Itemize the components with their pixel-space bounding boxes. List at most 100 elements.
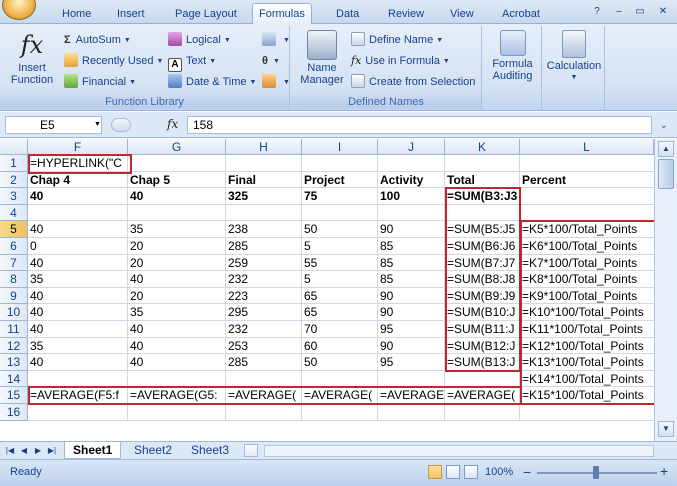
calculation-button[interactable]: Calculation ▼ [546, 30, 602, 84]
cell-j11[interactable]: 95 [378, 321, 445, 338]
row-header-2[interactable]: 2 [0, 171, 28, 189]
cell-l2[interactable]: Percent [520, 172, 654, 189]
zoom-in-icon[interactable]: + [660, 463, 668, 479]
cell-h13[interactable]: 285 [226, 354, 302, 371]
tab-home[interactable]: Home [56, 5, 97, 24]
cell-g7[interactable]: 20 [128, 255, 226, 272]
column-header-j[interactable]: J [378, 139, 445, 155]
zoom-out-icon[interactable]: − [523, 464, 531, 480]
close-icon[interactable]: ✕ [655, 5, 671, 19]
cell-f12[interactable]: 35 [28, 338, 128, 355]
row-header-6[interactable]: 6 [0, 238, 28, 255]
cell-f9[interactable]: 40 [28, 288, 128, 305]
cell-h10[interactable]: 295 [226, 304, 302, 321]
sheet-tab-sheet3[interactable]: Sheet3 [183, 442, 237, 459]
page-break-view-icon[interactable] [464, 465, 478, 479]
column-header-h[interactable]: H [226, 139, 302, 155]
zoom-slider-thumb[interactable] [593, 466, 599, 479]
row-header-5[interactable]: 5 [0, 221, 28, 238]
normal-view-icon[interactable] [428, 465, 442, 479]
next-sheet-icon[interactable]: ▶ [32, 445, 44, 457]
cell-f11[interactable]: 40 [28, 321, 128, 338]
cell-j13[interactable]: 95 [378, 354, 445, 371]
cell-j10[interactable]: 90 [378, 304, 445, 321]
expand-formula-bar-icon[interactable]: ⌄ [660, 120, 668, 131]
name-box[interactable]: E5 [5, 116, 102, 134]
name-manager-button[interactable]: Name Manager [297, 30, 347, 86]
cell-h2[interactable]: Final [226, 172, 302, 189]
insert-sheet-icon[interactable] [244, 444, 258, 457]
cell-i12[interactable]: 60 [302, 338, 378, 355]
cell-h5[interactable]: 238 [226, 221, 302, 238]
tab-data[interactable]: Data [330, 5, 365, 24]
row-header-11[interactable]: 11 [0, 321, 28, 338]
cell-g6[interactable]: 20 [128, 238, 226, 255]
logical-button[interactable]: Logical ▼ [168, 31, 231, 49]
cell-f5[interactable]: 40 [28, 221, 128, 238]
restore-icon[interactable]: ▭ [632, 5, 648, 19]
cell-j6[interactable]: 85 [378, 238, 445, 255]
column-header-k[interactable]: K [445, 139, 520, 155]
cell-i3[interactable]: 75 [302, 188, 378, 205]
vertical-scrollbar[interactable]: ▲ ▼ [654, 139, 677, 441]
cell-i8[interactable]: 5 [302, 271, 378, 288]
cell-i2[interactable]: Project [302, 172, 378, 189]
row-header-13[interactable]: 13 [0, 354, 28, 371]
scroll-down-icon[interactable]: ▼ [658, 421, 674, 437]
financial-button[interactable]: Financial ▼ [64, 73, 136, 91]
cell-f7[interactable]: 40 [28, 255, 128, 272]
cell-f13[interactable]: 40 [28, 354, 128, 371]
tab-view[interactable]: View [444, 5, 480, 24]
row-header-12[interactable]: 12 [0, 337, 28, 355]
scroll-thumb[interactable] [658, 159, 674, 189]
cell-i9[interactable]: 65 [302, 288, 378, 305]
minimize-icon[interactable]: – [611, 5, 627, 19]
cell-h3[interactable]: 325 [226, 188, 302, 205]
column-header-f[interactable]: F [28, 139, 128, 155]
cell-g9[interactable]: 20 [128, 288, 226, 305]
cell-j3[interactable]: 100 [378, 188, 445, 205]
cell-j12[interactable]: 90 [378, 338, 445, 355]
cell-f2[interactable]: Chap 4 [28, 172, 128, 189]
cell-h12[interactable]: 253 [226, 338, 302, 355]
row-header-4[interactable]: 4 [0, 204, 28, 222]
cell-i5[interactable]: 50 [302, 221, 378, 238]
lookup-reference-button[interactable]: ▼ [262, 31, 290, 49]
math-trig-button[interactable]: θ ▼ [262, 52, 280, 70]
tab-review[interactable]: Review [382, 5, 430, 24]
name-box-dropdown-icon[interactable]: ▼ [94, 121, 101, 128]
cell-j7[interactable]: 85 [378, 255, 445, 272]
cell-h7[interactable]: 259 [226, 255, 302, 272]
row-header-3[interactable]: 3 [0, 188, 28, 205]
cell-f3[interactable]: 40 [28, 188, 128, 205]
cell-h9[interactable]: 223 [226, 288, 302, 305]
scroll-up-icon[interactable]: ▲ [658, 141, 674, 157]
text-button[interactable]: A Text ▼ [168, 52, 216, 72]
date-time-button[interactable]: Date & Time ▼ [168, 73, 256, 91]
tab-page-layout[interactable]: Page Layout [169, 5, 243, 24]
cell-g8[interactable]: 40 [128, 271, 226, 288]
last-sheet-icon[interactable]: ▶| [46, 445, 58, 457]
row-header-9[interactable]: 9 [0, 287, 28, 305]
cell-f6[interactable]: 0 [28, 238, 128, 255]
row-header-1[interactable]: 1 [0, 155, 28, 172]
cell-k2[interactable]: Total [445, 172, 520, 189]
column-header-l[interactable]: L [520, 139, 654, 155]
column-header-g[interactable]: G [128, 139, 226, 155]
tab-insert[interactable]: Insert [111, 5, 151, 24]
cell-g13[interactable]: 40 [128, 354, 226, 371]
cell-g3[interactable]: 40 [128, 188, 226, 205]
worksheet-grid[interactable]: F G H I J K L 1 2 3 4 5 6 7 8 9 10 11 12 13 14 15 16 =HYPERLINK… [0, 139, 656, 441]
column-header-i[interactable]: I [302, 139, 378, 155]
create-from-selection-button[interactable]: Create from Selection [351, 73, 475, 91]
insert-function-button[interactable]: fx Insert Function [10, 30, 54, 86]
cell-h8[interactable]: 232 [226, 271, 302, 288]
cell-g2[interactable]: Chap 5 [128, 172, 226, 189]
office-button[interactable] [2, 0, 36, 20]
cell-g10[interactable]: 35 [128, 304, 226, 321]
row-header-10[interactable]: 10 [0, 304, 28, 321]
cell-h11[interactable]: 232 [226, 321, 302, 338]
cell-j9[interactable]: 90 [378, 288, 445, 305]
cell-f8[interactable]: 35 [28, 271, 128, 288]
row-header-16[interactable]: 16 [0, 404, 28, 421]
